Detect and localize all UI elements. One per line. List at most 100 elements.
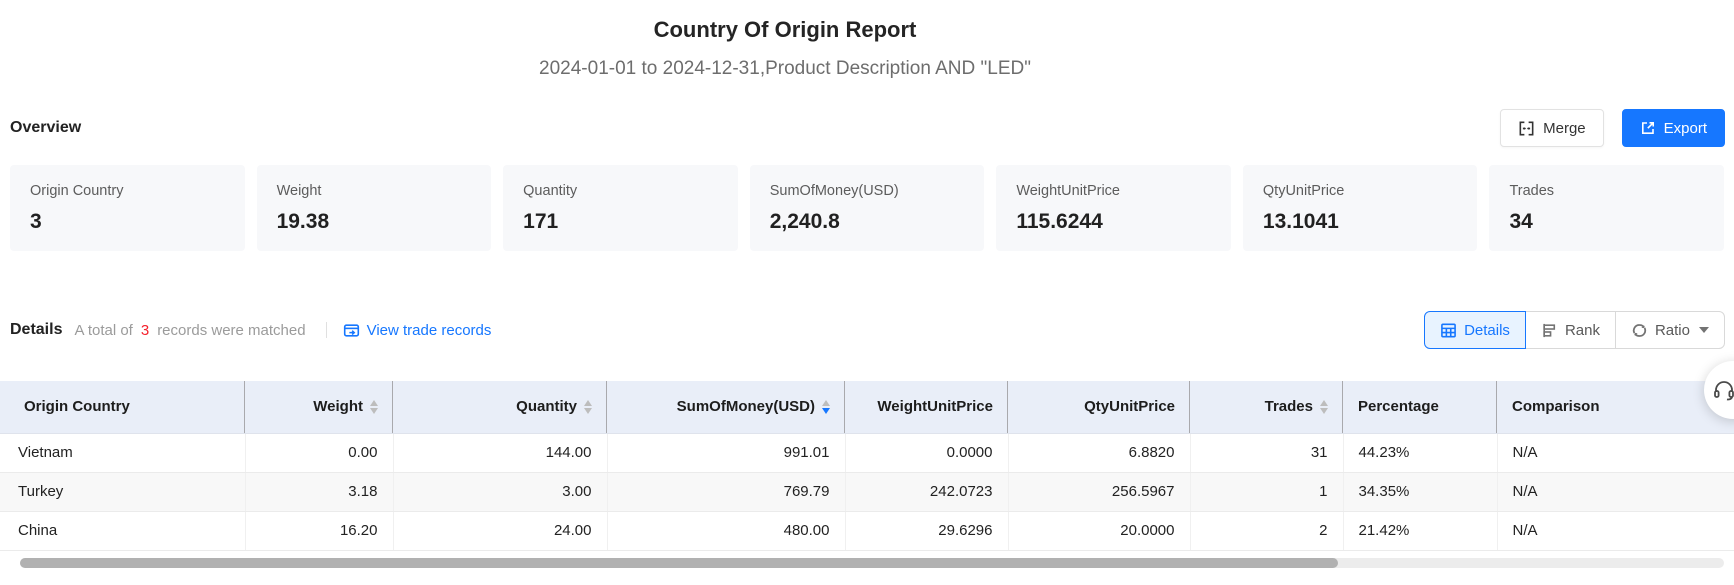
details-view-label: Details <box>1464 322 1510 339</box>
column-label: Weight <box>313 398 363 415</box>
overview-cards: Origin Country 3 Weight 19.38 Quantity 1… <box>10 165 1724 251</box>
column-label: Comparison <box>1512 398 1600 415</box>
page-subtitle: 2024-01-01 to 2024-12-31,Product Descrip… <box>0 57 1570 80</box>
overview-card-quantity: Quantity 171 <box>503 165 738 251</box>
column-header-sum-of-money[interactable]: SumOfMoney(USD) <box>607 381 845 433</box>
table-cell: N/A <box>1497 433 1734 472</box>
column-header-trades[interactable]: Trades <box>1190 381 1343 433</box>
table-cell: 2 <box>1190 511 1343 550</box>
ratio-view-button[interactable]: Ratio <box>1615 311 1725 349</box>
view-toggle-group: Details Rank Ratio <box>1424 311 1725 349</box>
table-cell: 20.0000 <box>1008 511 1190 550</box>
chevron-down-icon <box>1699 327 1709 333</box>
card-value: 13.1041 <box>1263 209 1458 234</box>
overview-card-origin-country: Origin Country 3 <box>10 165 245 251</box>
overview-toolbar: Overview Merge Export <box>10 109 1725 147</box>
table-cell: 991.01 <box>607 433 845 472</box>
card-value: 34 <box>1509 209 1704 234</box>
card-value: 171 <box>523 209 718 234</box>
sort-control[interactable] <box>1320 400 1328 414</box>
sort-control-active-desc[interactable] <box>822 400 830 414</box>
view-trade-records-link[interactable]: View trade records <box>343 322 492 339</box>
column-header-origin-country: Origin Country <box>0 381 245 433</box>
table-icon <box>1440 322 1457 339</box>
ratio-view-label: Ratio <box>1655 322 1690 339</box>
headset-icon <box>1712 378 1734 402</box>
column-label: Percentage <box>1358 398 1439 415</box>
overview-card-trades: Trades 34 <box>1489 165 1724 251</box>
table-cell: 6.8820 <box>1008 433 1190 472</box>
column-label: Trades <box>1265 398 1313 415</box>
match-count: 3 <box>141 322 149 339</box>
merge-button[interactable]: Merge <box>1500 109 1604 147</box>
column-label: SumOfMoney(USD) <box>677 398 815 415</box>
details-section-title: Details <box>10 321 62 339</box>
trade-records-icon <box>343 322 360 339</box>
export-button-label: Export <box>1664 120 1707 137</box>
toolbar-buttons: Merge Export <box>1500 109 1725 147</box>
card-value: 2,240.8 <box>770 209 965 234</box>
table-header-row: Origin Country Weight Quantity SumOfMone… <box>0 381 1734 433</box>
table-cell: Turkey <box>0 472 245 511</box>
table-cell: N/A <box>1497 511 1734 550</box>
rank-view-button[interactable]: Rank <box>1525 311 1616 349</box>
table-cell: 480.00 <box>607 511 845 550</box>
column-header-qty-unit-price: QtyUnitPrice <box>1008 381 1190 433</box>
card-label: QtyUnitPrice <box>1263 183 1458 200</box>
match-summary: A total of 3 records were matched <box>74 322 305 339</box>
card-label: Weight <box>277 183 472 200</box>
card-label: Quantity <box>523 183 718 200</box>
overview-card-sum-of-money: SumOfMoney(USD) 2,240.8 <box>750 165 985 251</box>
match-summary-prefix: A total of <box>74 322 132 339</box>
column-header-comparison: Comparison <box>1497 381 1734 433</box>
table-row-turkey: Turkey 3.18 3.00 769.79 242.0723 256.596… <box>0 472 1734 511</box>
table-cell: 769.79 <box>607 472 845 511</box>
overview-section-title: Overview <box>10 119 81 137</box>
table-cell: N/A <box>1497 472 1734 511</box>
sort-control[interactable] <box>584 400 592 414</box>
table-cell: 29.6296 <box>845 511 1008 550</box>
table-cell: 3.00 <box>393 472 607 511</box>
details-summary-group: Details A total of 3 records were matche… <box>10 321 491 339</box>
card-label: SumOfMoney(USD) <box>770 183 965 200</box>
card-value: 115.6244 <box>1016 209 1211 234</box>
table-cell: 256.5967 <box>1008 472 1190 511</box>
card-value: 3 <box>30 209 225 234</box>
column-header-weight-unit-price: WeightUnitPrice <box>845 381 1008 433</box>
merge-button-label: Merge <box>1543 120 1586 137</box>
overview-card-weight: Weight 19.38 <box>257 165 492 251</box>
details-view-button[interactable]: Details <box>1424 311 1526 349</box>
column-label: Quantity <box>516 398 577 415</box>
sort-control[interactable] <box>370 400 378 414</box>
table-cell: 34.35% <box>1343 472 1497 511</box>
export-icon <box>1640 120 1656 136</box>
card-label: Trades <box>1509 183 1704 200</box>
table-cell: Vietnam <box>0 433 245 472</box>
overview-card-qty-unit-price: QtyUnitPrice 13.1041 <box>1243 165 1478 251</box>
column-header-quantity[interactable]: Quantity <box>393 381 607 433</box>
table-cell: 0.0000 <box>845 433 1008 472</box>
table-row-vietnam: Vietnam 0.00 144.00 991.01 0.0000 6.8820… <box>0 433 1734 472</box>
table-cell: 3.18 <box>245 472 393 511</box>
table-cell: China <box>0 511 245 550</box>
view-trade-records-label: View trade records <box>367 322 492 339</box>
column-header-percentage: Percentage <box>1343 381 1497 433</box>
ratio-refresh-icon <box>1631 322 1648 339</box>
table-cell: 0.00 <box>245 433 393 472</box>
rank-view-label: Rank <box>1565 322 1600 339</box>
table-cell: 31 <box>1190 433 1343 472</box>
export-button[interactable]: Export <box>1622 109 1725 147</box>
overview-card-weight-unit-price: WeightUnitPrice 115.6244 <box>996 165 1231 251</box>
table-cell: 21.42% <box>1343 511 1497 550</box>
scrollbar-thumb[interactable] <box>20 558 1338 568</box>
card-value: 19.38 <box>277 209 472 234</box>
column-header-weight[interactable]: Weight <box>245 381 393 433</box>
origin-country-table: Origin Country Weight Quantity SumOfMone… <box>0 381 1734 551</box>
column-label: WeightUnitPrice <box>877 398 993 415</box>
details-toolbar: Details A total of 3 records were matche… <box>10 311 1725 349</box>
table-cell: 24.00 <box>393 511 607 550</box>
table-cell: 44.23% <box>1343 433 1497 472</box>
table-cell: 144.00 <box>393 433 607 472</box>
table-cell: 1 <box>1190 472 1343 511</box>
column-label: QtyUnitPrice <box>1084 398 1175 415</box>
